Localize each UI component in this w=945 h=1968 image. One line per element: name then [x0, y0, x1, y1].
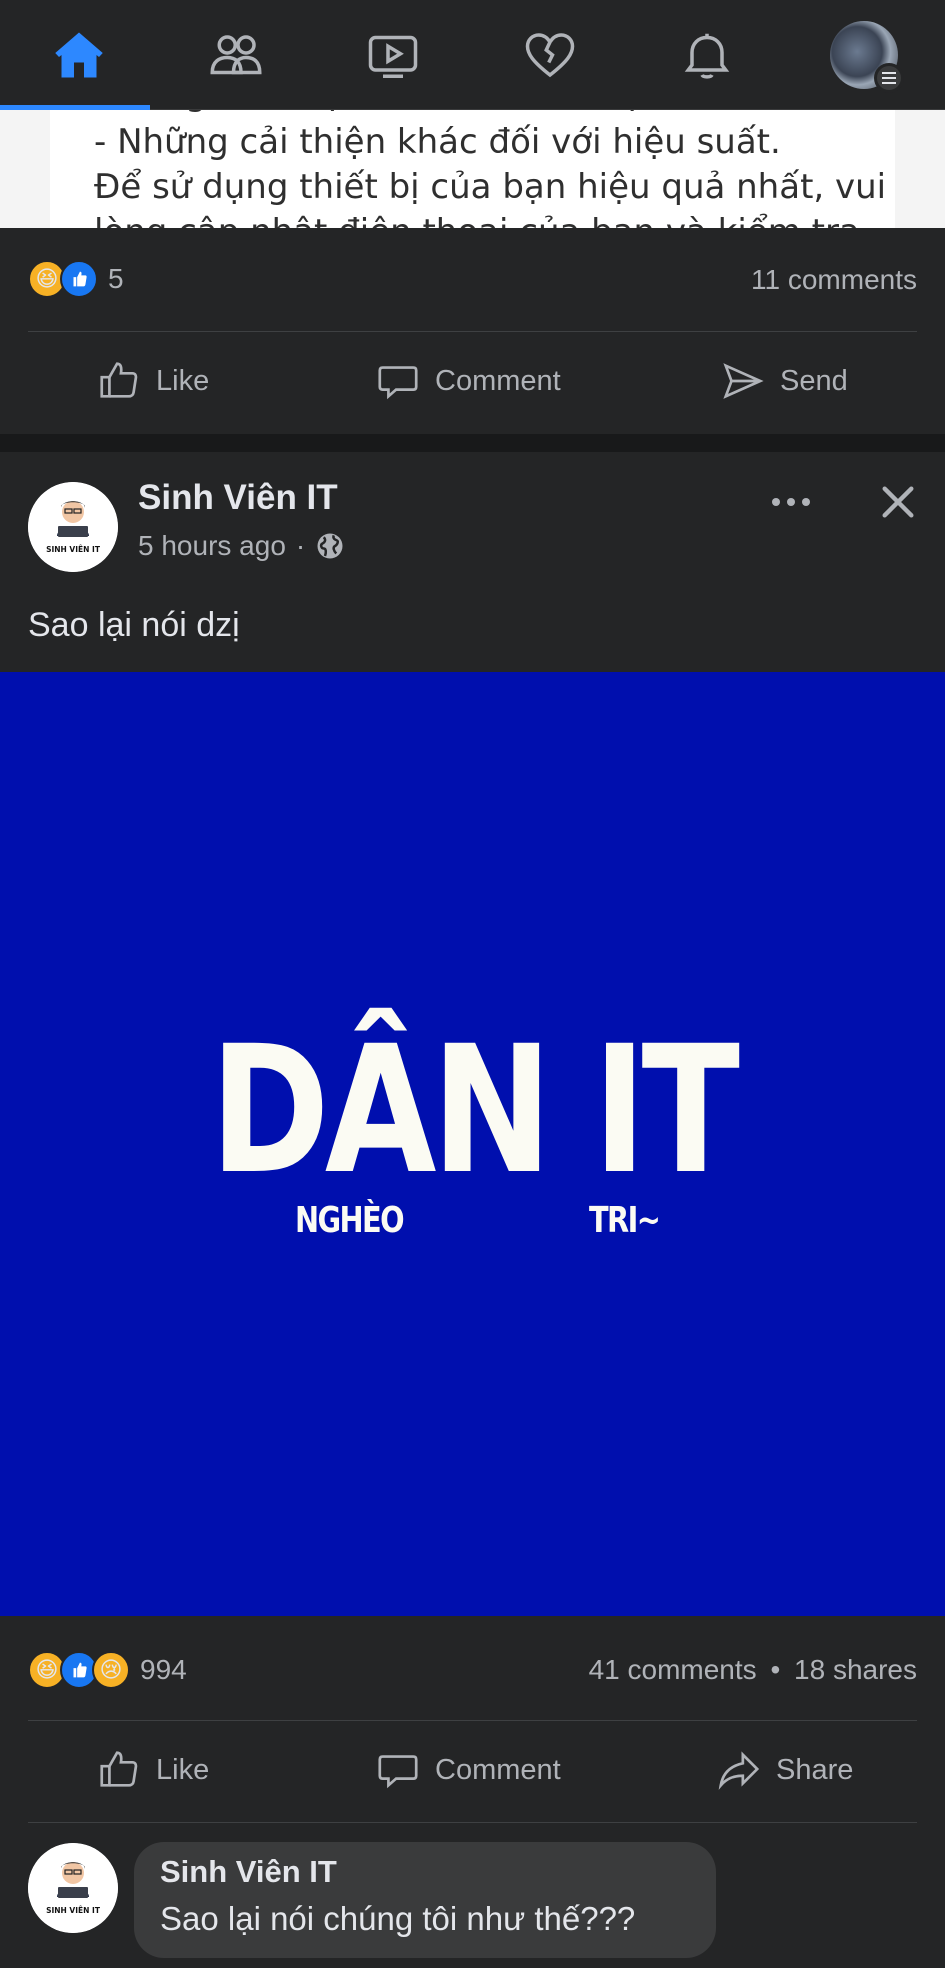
send-label: Send — [780, 364, 848, 397]
comment-text: Sao lại nói chúng tôi như thế??? — [160, 1900, 636, 1937]
top-navigation-bar — [0, 0, 945, 110]
reaction-count: 5 — [108, 263, 124, 294]
post-timestamp[interactable]: 5 hours ago · — [138, 530, 345, 562]
commenter-avatar[interactable]: SINH VIÊN IT — [28, 1843, 118, 1933]
avatar-caption: SINH VIÊN IT — [46, 545, 101, 554]
post-stats: 41 comments • 18 shares — [589, 1654, 917, 1686]
timestamp-text: 5 hours ago — [138, 530, 286, 561]
like-button[interactable]: Like — [96, 358, 209, 404]
previous-post-image[interactable]: - Những cải thiện khác đối với hiệu suất… — [0, 110, 945, 228]
profile-avatar — [829, 21, 904, 93]
reaction-summary[interactable]: 😆 😢 994 — [28, 1640, 187, 1700]
image-text-line: - Những cải thiện khác đối với hiệu suất… — [72, 110, 759, 114]
comment-icon — [378, 366, 418, 400]
send-button[interactable]: Send — [720, 358, 848, 404]
divider — [28, 331, 917, 332]
like-label: Like — [156, 1753, 210, 1786]
divider — [28, 1822, 917, 1823]
friends-icon — [209, 35, 262, 75]
shares-count-link[interactable]: 18 shares — [794, 1654, 917, 1685]
thumbs-up-icon — [100, 1751, 138, 1787]
post-header: SINH VIÊN IT Sinh Viên IT 5 hours ago · … — [0, 452, 945, 672]
like-button[interactable]: Like — [96, 1747, 209, 1793]
reaction-count: 994 — [140, 1654, 187, 1685]
divider — [28, 1720, 917, 1721]
nav-tab-dating[interactable] — [471, 0, 628, 110]
more-dots-icon — [772, 498, 810, 506]
bell-icon — [684, 33, 729, 79]
like-label: Like — [156, 364, 210, 397]
nav-tab-notifications[interactable] — [628, 0, 785, 110]
image-text-line: - Những cải thiện khác đối với hiệu suất… — [94, 122, 781, 162]
nav-tab-friends[interactable] — [157, 0, 314, 110]
avatar-caption: SINH VIÊN IT — [46, 1906, 101, 1915]
send-icon — [723, 363, 764, 399]
heart-icon — [525, 33, 574, 78]
comments-count-link[interactable]: 41 comments — [589, 1654, 757, 1685]
image-title-text: DÂN IT — [209, 1008, 740, 1213]
nav-tab-watch[interactable] — [314, 0, 471, 110]
nav-tab-profile-menu[interactable] — [785, 0, 942, 110]
stats-separator: • — [770, 1654, 781, 1685]
sad-reaction-icon: 😢 — [92, 1651, 130, 1689]
page-avatar[interactable]: SINH VIÊN IT — [28, 482, 118, 572]
comment-icon — [378, 1755, 418, 1789]
home-icon — [54, 32, 103, 78]
nav-tab-home[interactable] — [0, 0, 157, 110]
share-button[interactable]: Share — [716, 1747, 853, 1793]
share-arrow-icon — [718, 1751, 760, 1790]
share-label: Share — [776, 1753, 854, 1786]
timestamp-separator: · — [295, 530, 306, 561]
thumbs-up-icon — [100, 362, 138, 398]
comment-label: Comment — [435, 1753, 561, 1786]
comment-author[interactable]: Sinh Viên IT — [160, 1854, 337, 1890]
watch-video-icon — [368, 35, 417, 78]
image-text-line: lòng cập nhật điện thoại của bạn và kiểm… — [94, 212, 860, 228]
more-options-button[interactable] — [765, 484, 817, 520]
image-right-subtext: TRI~ — [589, 1200, 661, 1241]
close-icon — [882, 486, 914, 518]
commenter-avatar-image: SINH VIÊN IT — [28, 1843, 118, 1933]
comment-bubble[interactable]: Sinh Viên IT Sao lại nói chúng tôi như t… — [134, 1842, 716, 1958]
previous-post-footer: 😆 5 11 comments Like Comment Send — [0, 228, 945, 434]
comment-button[interactable]: Comment — [375, 1747, 561, 1793]
reaction-summary[interactable]: 😆 5 — [28, 249, 124, 309]
hide-post-button[interactable] — [872, 476, 924, 528]
comment-button[interactable]: Comment — [375, 358, 561, 404]
image-text-line: Để sử dụng thiết bị của bạn hiệu quả nhấ… — [94, 167, 887, 207]
comments-count-link[interactable]: 11 comments — [751, 264, 917, 296]
page-name-link[interactable]: Sinh Viên IT — [138, 478, 338, 518]
page-avatar-image: SINH VIÊN IT — [28, 482, 118, 572]
menu-icon — [873, 63, 904, 93]
post-text: Sao lại nói dzị — [28, 606, 240, 644]
image-left-subtext: NGHÈO — [295, 1200, 405, 1241]
globe-public-icon — [317, 533, 343, 559]
comment-label: Comment — [435, 364, 561, 397]
like-reaction-icon — [60, 260, 98, 298]
